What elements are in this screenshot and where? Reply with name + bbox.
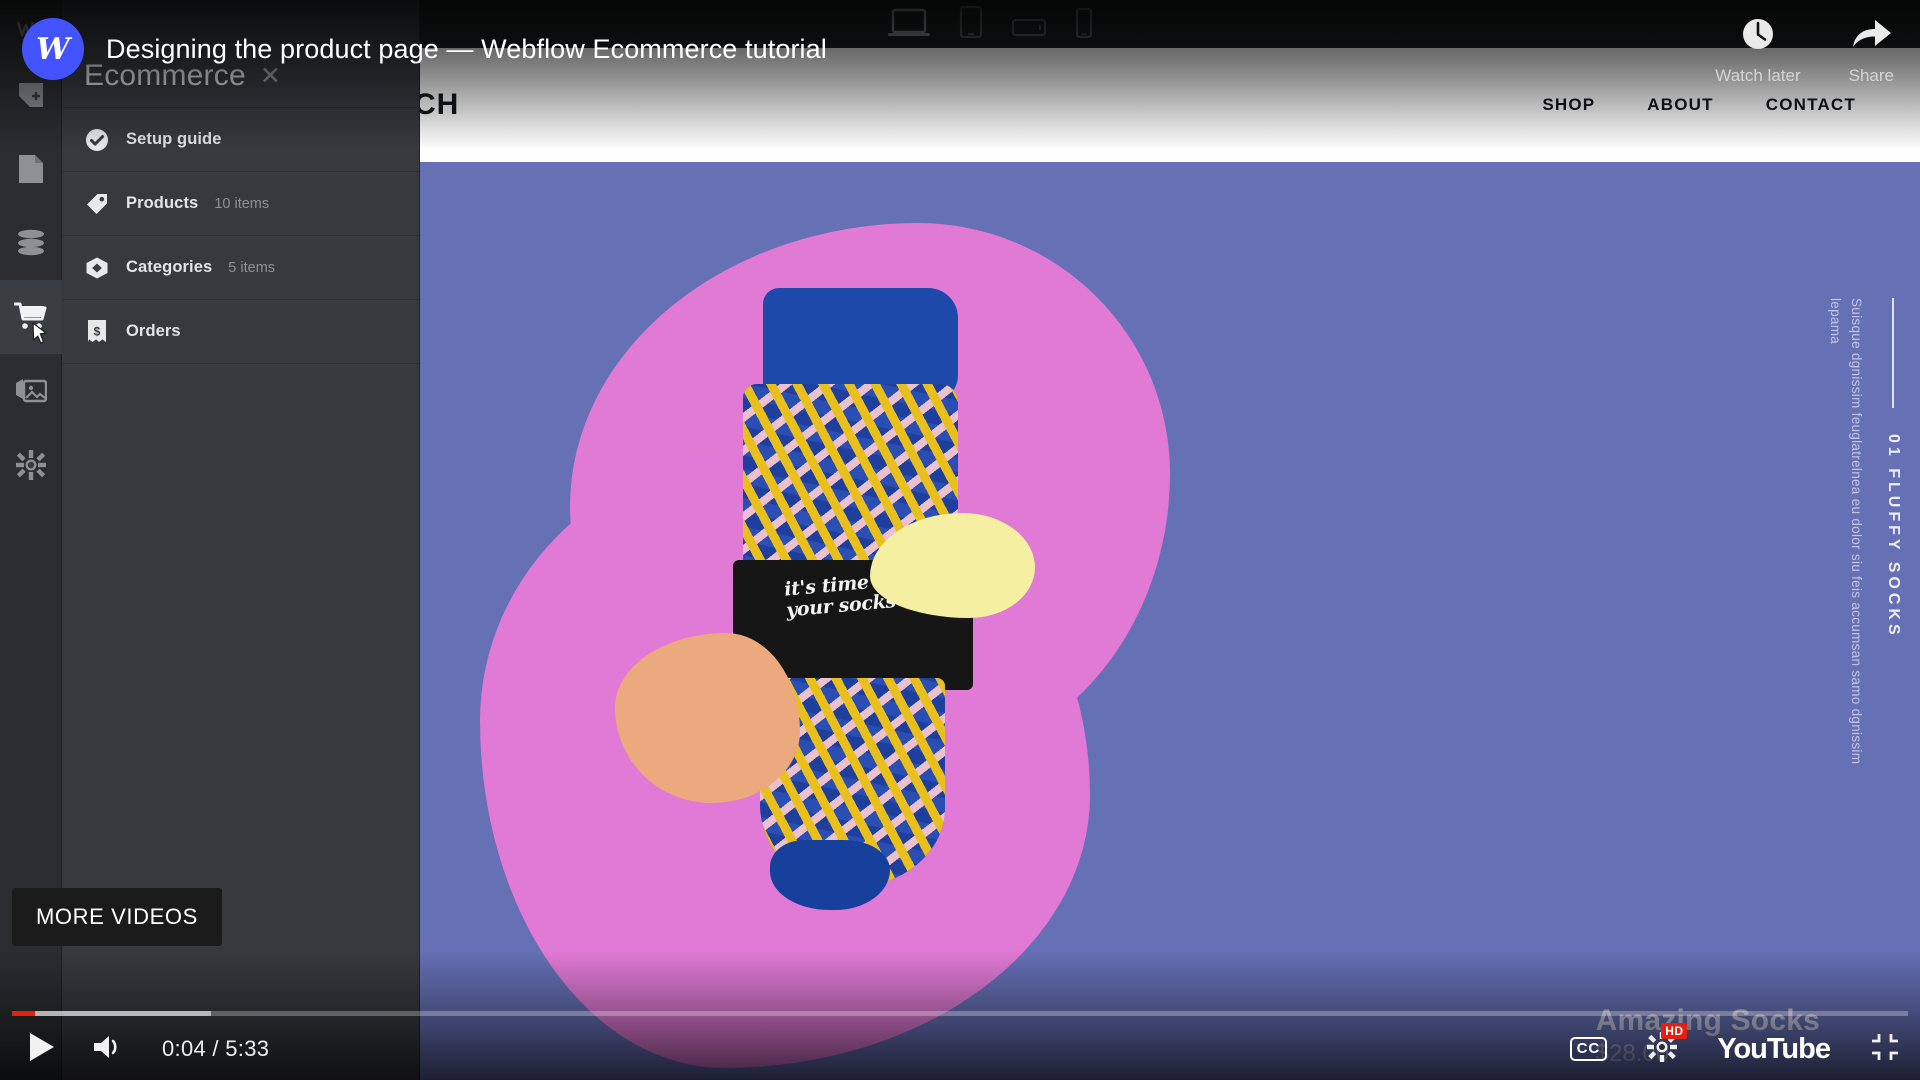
channel-avatar[interactable]: W (22, 18, 84, 80)
assets-icon (15, 377, 47, 405)
svg-text:$: $ (94, 324, 101, 338)
tablet-icon[interactable] (958, 5, 984, 43)
watch-later-button[interactable]: Watch later (1715, 14, 1801, 86)
youtube-top-actions: Watch later Share (1715, 14, 1894, 86)
panel-item-categories[interactable]: Categories 5 items (62, 236, 419, 300)
panel-item-count: 10 items (214, 195, 270, 212)
tag-icon (84, 192, 110, 216)
sidebar-item-settings[interactable] (0, 428, 62, 502)
sidebar-item-ecommerce[interactable] (0, 280, 62, 354)
more-videos-button[interactable]: MORE VIDEOS (12, 888, 222, 946)
sock-toe (770, 840, 890, 910)
quality-badge: HD (1661, 1022, 1688, 1039)
time-display: 0:04 / 5:33 (162, 1036, 270, 1061)
add-elements-icon (16, 80, 46, 110)
settings-button[interactable]: HD (1647, 1022, 1688, 1067)
pages-icon (17, 153, 45, 185)
panel-item-label: Categories (126, 258, 213, 276)
player-controls-right: CC HD YouTube (1569, 1022, 1900, 1067)
youtube-logo[interactable]: YouTube (1717, 1033, 1831, 1066)
check-circle-icon (84, 128, 110, 152)
settings-gear-icon (15, 450, 46, 480)
nav-link-shop[interactable]: SHOP (1542, 95, 1595, 115)
nav-link-contact[interactable]: CONTACT (1766, 95, 1856, 115)
breakpoint-switcher[interactable] (888, 5, 1094, 43)
share-label: Share (1848, 66, 1894, 85)
panel-item-orders[interactable]: $ Orders (62, 300, 419, 364)
panel-item-products[interactable]: Products 10 items (62, 172, 419, 236)
panel-item-label: Setup guide (126, 130, 222, 148)
side-rule-divider (1892, 298, 1894, 408)
clock-icon (1738, 14, 1778, 59)
sidebar-item-assets[interactable] (0, 354, 62, 428)
hero-side-label: 01 FLUFFY SOCKS (1885, 434, 1902, 639)
progress-bar[interactable] (12, 1011, 1908, 1016)
progress-buffered (12, 1011, 212, 1016)
cube-icon (84, 256, 110, 280)
panel-item-label: Orders (126, 322, 181, 340)
hero-side-label-wrap: 01 FLUFFY SOCKS (1884, 298, 1902, 768)
sidebar-item-pages[interactable] (0, 132, 62, 206)
closed-captions-icon[interactable]: CC (1569, 1037, 1608, 1061)
progress-played (12, 1011, 35, 1016)
desktop-icon[interactable] (888, 8, 930, 43)
receipt-dollar-icon: $ (84, 319, 110, 345)
youtube-title-row: W Designing the product page — Webflow E… (22, 18, 827, 80)
site-nav-links: SHOP ABOUT CONTACT (1542, 95, 1878, 115)
panel-item-setup-guide[interactable]: Setup guide (62, 108, 419, 172)
video-player-stage: Page: Home (0, 0, 1920, 1080)
player-controls: 0:04 / 5:33 CC HD YouTube (0, 1018, 1920, 1080)
nav-link-about[interactable]: ABOUT (1647, 95, 1713, 115)
share-button[interactable]: Share (1849, 14, 1894, 86)
player-controls-left: 0:04 / 5:33 (26, 1031, 269, 1068)
share-arrow-icon (1849, 14, 1893, 59)
volume-icon[interactable] (92, 1032, 126, 1067)
sidebar-item-cms[interactable] (0, 206, 62, 280)
mobile-landscape-icon[interactable] (1011, 16, 1047, 43)
hero-side-text: Suisque dgnissim feuglatrelnea eu dolor … (1824, 298, 1902, 768)
design-canvas[interactable]: CH SHOP ABOUT CONTACT it's time to work … (420, 48, 1920, 1080)
mouse-cursor-icon (31, 322, 49, 345)
mobile-portrait-icon[interactable] (1074, 7, 1094, 43)
panel-item-label: Products (126, 194, 199, 212)
panel-item-count: 5 items (228, 259, 276, 276)
video-title[interactable]: Designing the product page — Webflow Eco… (106, 34, 827, 65)
play-icon[interactable] (26, 1031, 56, 1068)
cms-database-icon (15, 229, 47, 257)
site-logo[interactable]: CH (420, 88, 459, 122)
exit-fullscreen-icon[interactable] (1870, 1032, 1900, 1067)
hero-side-body: Suisque dgnissim feuglatrelnea eu dolor … (1828, 298, 1864, 765)
watch-later-label: Watch later (1715, 66, 1801, 85)
webflow-designer: Page: Home (0, 0, 1920, 1080)
